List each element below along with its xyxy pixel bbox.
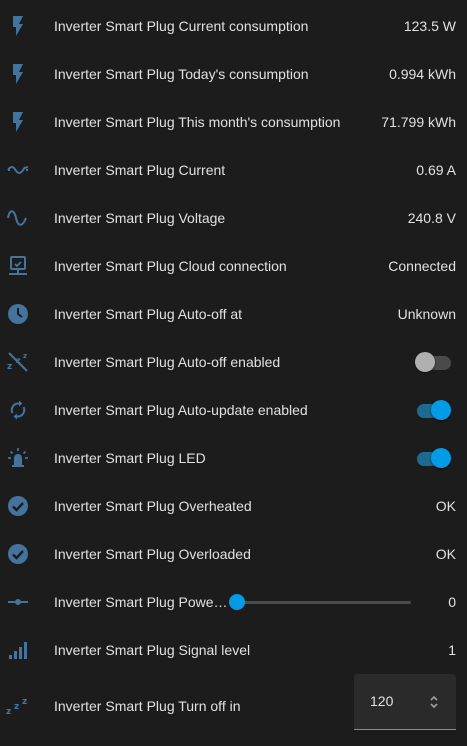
entity-row-auto-off-enabled[interactable]: zzz Inverter Smart Plug Auto-off enabled <box>0 338 467 386</box>
current-ac-icon <box>6 158 30 182</box>
entity-state[interactable]: 1 <box>448 642 456 658</box>
entity-row-power[interactable]: Inverter Smart Plug Power… 0 <box>0 578 467 626</box>
entity-row-auto-off-at[interactable]: Inverter Smart Plug Auto-off at Unknown <box>0 290 467 338</box>
entity-state[interactable]: OK <box>436 498 456 514</box>
entity-row-monthly-consumption[interactable]: Inverter Smart Plug This month's consump… <box>0 98 467 146</box>
entity-row-todays-consumption[interactable]: Inverter Smart Plug Today's consumption … <box>0 50 467 98</box>
entity-label: Inverter Smart Plug Current consumption <box>54 18 309 34</box>
sine-wave-icon <box>6 206 30 230</box>
auto-off-toggle[interactable] <box>415 352 451 372</box>
entity-row-overheated[interactable]: Inverter Smart Plug Overheated OK <box>0 482 467 530</box>
slider-rail <box>237 601 411 604</box>
entity-label: Inverter Smart Plug Voltage <box>54 210 226 226</box>
entity-label: Inverter Smart Plug This month's consump… <box>54 114 341 130</box>
clock-icon <box>6 302 30 326</box>
entity-label: Inverter Smart Plug Auto-off at <box>54 306 243 322</box>
entity-label: Inverter Smart Plug Turn off in <box>54 698 241 714</box>
entity-label: Inverter Smart Plug Overloaded <box>54 546 251 562</box>
ray-vertex-icon <box>6 590 30 614</box>
slider-knob[interactable] <box>229 594 245 610</box>
entity-row-current-consumption[interactable]: Inverter Smart Plug Current consumption … <box>0 2 467 50</box>
entity-row-current[interactable]: Inverter Smart Plug Current 0.69 A <box>0 146 467 194</box>
flash-icon <box>6 14 30 38</box>
entity-label: Inverter Smart Plug Today's consumption <box>54 66 309 82</box>
toggle-thumb <box>431 400 451 420</box>
entity-label: Inverter Smart Plug Auto-update enabled <box>54 402 308 418</box>
check-circle-icon <box>6 542 30 566</box>
svg-text:z: z <box>23 352 27 360</box>
entity-row-voltage[interactable]: Inverter Smart Plug Voltage 240.8 V <box>0 194 467 242</box>
entity-label: Inverter Smart Plug Overheated <box>54 498 252 514</box>
toggle-thumb <box>431 448 451 468</box>
entity-state[interactable]: 240.8 V <box>408 210 456 226</box>
entity-state[interactable]: Connected <box>388 258 456 274</box>
entity-state[interactable]: 123.5 W <box>404 18 456 34</box>
auto-update-toggle[interactable] <box>415 400 451 420</box>
entity-row-turn-off-in[interactable]: zzz Inverter Smart Plug Turn off in 120 <box>0 674 467 730</box>
entity-row-auto-update-enabled[interactable]: Inverter Smart Plug Auto-update enabled <box>0 386 467 434</box>
svg-text:z: z <box>7 362 12 372</box>
svg-text:z: z <box>22 697 27 707</box>
stepper-icon[interactable] <box>428 692 440 712</box>
entity-list: Inverter Smart Plug Current consumption … <box>0 2 467 730</box>
entity-state[interactable]: 0.69 A <box>416 162 456 178</box>
svg-text:z: z <box>14 702 19 712</box>
entity-row-signal-level[interactable]: Inverter Smart Plug Signal level 1 <box>0 626 467 674</box>
entity-state[interactable]: 0.994 kWh <box>389 66 456 82</box>
sleep-icon: zzz <box>6 694 30 718</box>
svg-text:z: z <box>6 707 11 717</box>
turn-off-in-number-field[interactable]: 120 <box>354 674 456 730</box>
entity-label: Inverter Smart Plug LED <box>54 450 206 466</box>
led-toggle[interactable] <box>415 448 451 468</box>
entity-label: Inverter Smart Plug Power… <box>54 594 228 610</box>
cloud-connection-icon <box>6 254 30 278</box>
toggle-thumb <box>415 352 435 372</box>
entity-label: Inverter Smart Plug Current <box>54 162 226 178</box>
flash-icon <box>6 110 30 134</box>
power-slider[interactable] <box>229 594 411 610</box>
led-icon <box>6 446 30 470</box>
entity-row-cloud-connection[interactable]: Inverter Smart Plug Cloud connection Con… <box>0 242 467 290</box>
check-circle-icon <box>6 494 30 518</box>
slider-value: 0 <box>448 594 456 610</box>
entity-label: Inverter Smart Plug Signal level <box>54 642 251 658</box>
entity-label: Inverter Smart Plug Cloud connection <box>54 258 287 274</box>
entity-label: Inverter Smart Plug Auto-off enabled <box>54 354 281 370</box>
entity-state[interactable]: OK <box>436 546 456 562</box>
number-value[interactable]: 120 <box>370 693 393 709</box>
entity-row-overloaded[interactable]: Inverter Smart Plug Overloaded OK <box>0 530 467 578</box>
entity-state[interactable]: 71.799 kWh <box>381 114 456 130</box>
entity-row-led[interactable]: Inverter Smart Plug LED <box>0 434 467 482</box>
sleep-off-icon: zzz <box>6 350 30 374</box>
signal-icon <box>6 638 30 662</box>
flash-icon <box>6 62 30 86</box>
autorenew-icon <box>6 398 30 422</box>
entity-state[interactable]: Unknown <box>398 306 456 322</box>
